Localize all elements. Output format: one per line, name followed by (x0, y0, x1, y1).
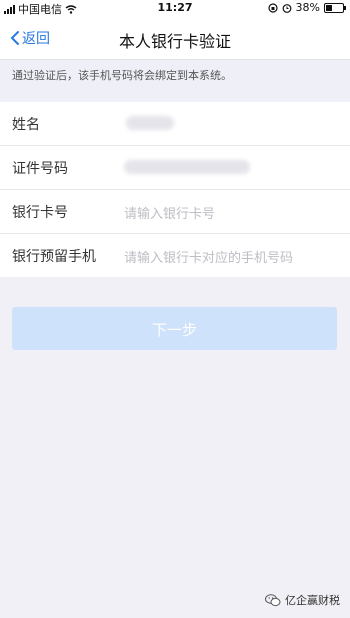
phone-input[interactable]: 请输入银行卡对应的手机号码 (124, 247, 293, 266)
wechat-icon (265, 593, 281, 606)
name-row: 姓名 (0, 102, 350, 146)
card-number-row[interactable]: 银行卡号 请输入银行卡号 (0, 190, 350, 234)
notice-text: 通过验证后，该手机号码将会绑定到本系统。 (12, 69, 232, 82)
id-number-label: 证件号码 (12, 161, 68, 177)
id-number-value-redacted (124, 160, 250, 174)
next-button-label: 下一步 (151, 321, 197, 339)
verification-form: 姓名 证件号码 银行卡号 请输入银行卡号 银行预留手机 请输入银行卡对应的手机号… (0, 102, 350, 277)
status-bar: 中国电信 11:27 38% (0, 0, 350, 16)
name-value-redacted (126, 116, 174, 130)
watermark: 亿企赢财税 (265, 592, 340, 608)
page-title: 本人银行卡验证 (118, 32, 231, 51)
notice-banner: 通过验证后，该手机号码将会绑定到本系统。 (0, 60, 350, 100)
rotation-lock-icon (267, 2, 278, 13)
next-button[interactable]: 下一步 (12, 307, 337, 350)
alarm-icon (282, 3, 291, 13)
battery-percent: 38% (295, 1, 320, 14)
nav-bar: 返回 本人银行卡验证 (0, 16, 350, 60)
status-right: 38% (267, 1, 346, 14)
phone-label: 银行预留手机 (12, 249, 96, 265)
name-label: 姓名 (12, 117, 40, 133)
watermark-text: 亿企赢财税 (285, 594, 340, 607)
battery-icon (324, 2, 346, 13)
card-number-label: 银行卡号 (12, 205, 68, 221)
card-number-input[interactable]: 请输入银行卡号 (124, 203, 215, 222)
phone-row[interactable]: 银行预留手机 请输入银行卡对应的手机号码 (0, 234, 350, 277)
id-number-row: 证件号码 (0, 146, 350, 190)
battery-fill (326, 4, 333, 11)
